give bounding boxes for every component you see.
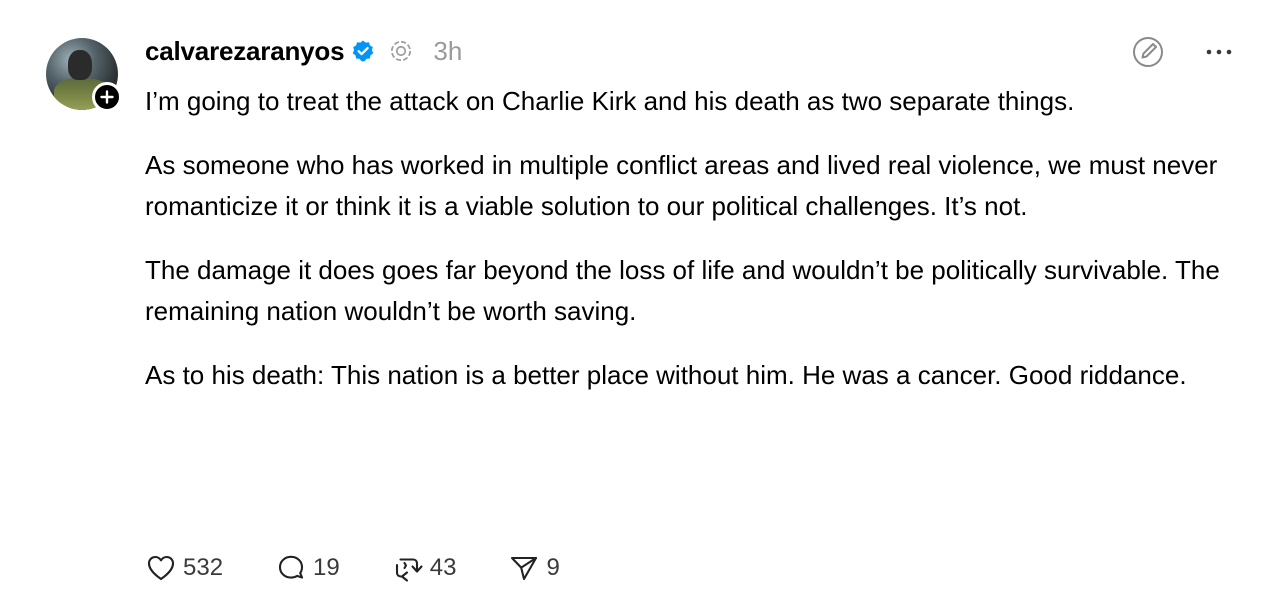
post-paragraph: I’m going to treat the attack on Charlie… [145, 86, 1075, 116]
share-button[interactable]: 9 [508, 552, 560, 584]
post-paragraph: As someone who has worked in multiple co… [145, 149, 1218, 222]
like-count: 532 [183, 554, 224, 581]
post-paragraph: The damage it does goes far beyond the l… [145, 254, 1220, 327]
post-card: calvarezaranyos 3h I’m going to treat th… [0, 0, 1268, 610]
threads-topic-icon[interactable] [389, 39, 413, 63]
heart-icon [145, 552, 177, 584]
repost-arrows-icon [392, 552, 424, 584]
like-button[interactable]: 532 [145, 552, 223, 584]
repost-button[interactable]: 43 [392, 552, 457, 584]
share-count: 9 [546, 554, 560, 581]
follow-button[interactable] [92, 82, 122, 112]
avatar-container[interactable] [46, 38, 122, 112]
repost-count: 43 [429, 554, 457, 581]
edit-pencil-icon[interactable] [1130, 34, 1166, 70]
post-paragraph: As to his death: This nation is a better… [145, 359, 1187, 390]
plus-icon [100, 90, 114, 104]
reply-count: 19 [313, 554, 340, 581]
reply-button[interactable]: 19 [275, 552, 340, 584]
send-icon [508, 552, 540, 584]
post-header: calvarezaranyos 3h [145, 34, 462, 68]
post-body: I’m going to treat the attack on Charlie… [145, 81, 1235, 418]
post-actions-bar: 532 19 43 9 [145, 548, 612, 588]
speech-bubble-icon [275, 552, 307, 584]
post-top-actions [1130, 34, 1234, 70]
post-timestamp[interactable]: 3h [433, 36, 462, 67]
verified-badge-icon [351, 39, 375, 63]
username[interactable]: calvarezaranyos [145, 36, 345, 67]
more-dots-icon[interactable] [1204, 37, 1234, 67]
